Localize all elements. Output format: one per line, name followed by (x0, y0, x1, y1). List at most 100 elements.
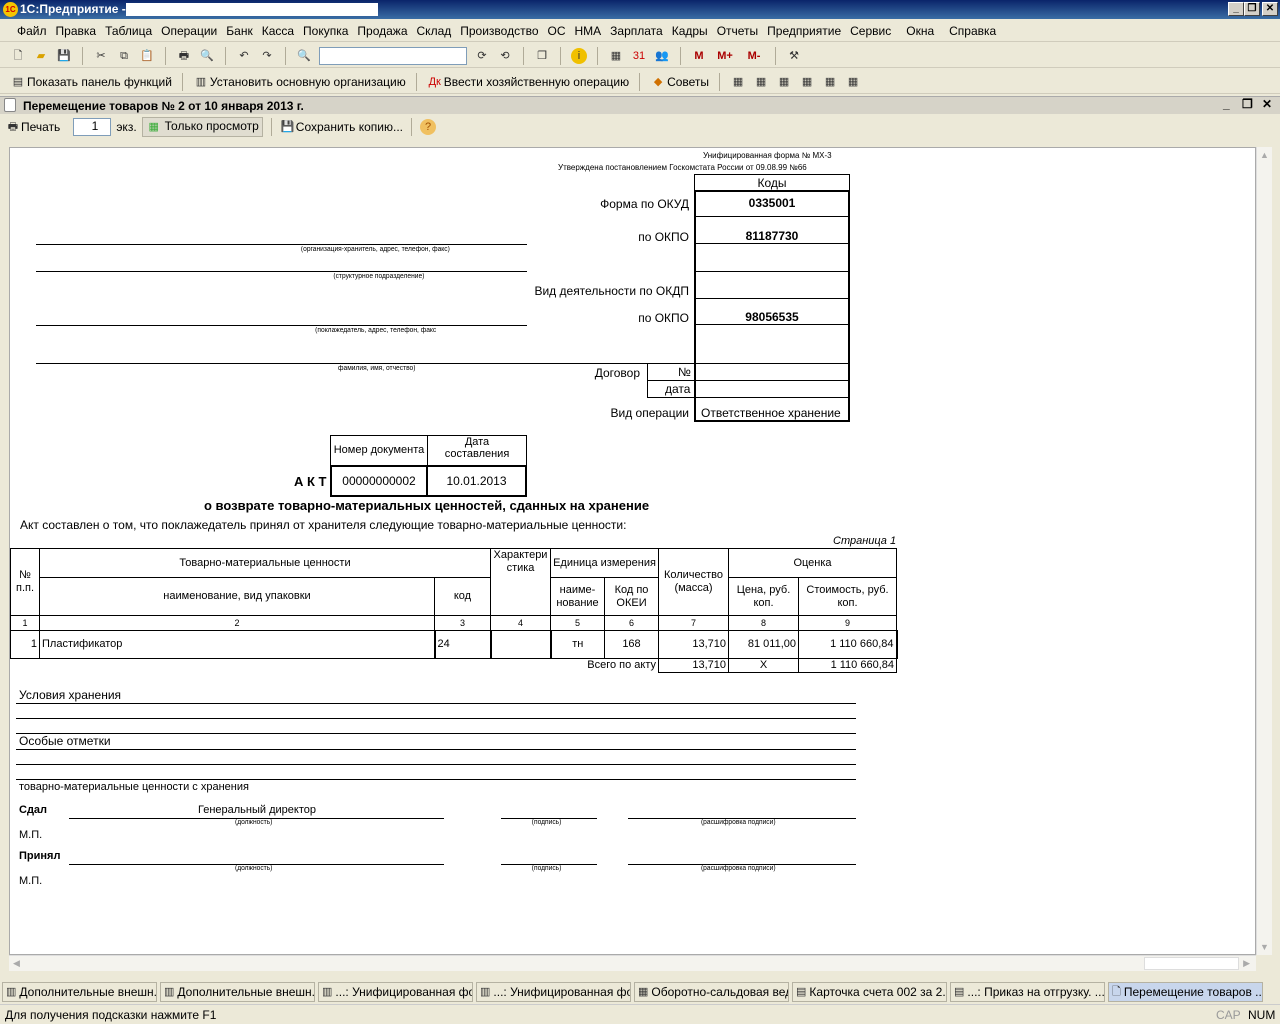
windows-icon[interactable]: ❐ (534, 48, 550, 64)
document-icon: ▤ (954, 986, 965, 998)
open-icon[interactable]: ▰ (33, 48, 49, 64)
contract-no-label: № (678, 365, 691, 379)
task-item[interactable]: ▥...: Унифицированная фо... (476, 982, 631, 1002)
col-tmc-header: Товарно-материальные ценности (39, 548, 491, 578)
doc-minimize-button[interactable]: _ (1223, 97, 1230, 111)
tools-icon[interactable]: ⚒ (786, 48, 802, 64)
okpo-label-2: по ОКПО (638, 311, 689, 325)
col-unit-header: Единица измерения (550, 548, 659, 578)
enter-operation-button[interactable]: Ввести хозяйственную операцию (444, 75, 629, 89)
task-label: ...: Унифицированная фо... (493, 985, 631, 999)
undo-icon[interactable]: ↶ (236, 48, 252, 64)
task-item[interactable]: ▥ Дополнительные внешн... (2, 982, 157, 1002)
doc-users-icon[interactable]: ▦ (776, 74, 792, 90)
menu-windows[interactable]: Окна (906, 24, 934, 38)
col-name-header: наименование, вид упаковки (39, 577, 435, 616)
menu-production[interactable]: Производство (460, 24, 538, 38)
redo-icon[interactable]: ↷ (259, 48, 275, 64)
menu-service[interactable]: Сервис (850, 24, 891, 38)
copies-input[interactable]: 1 (73, 118, 112, 136)
document-title: Перемещение товаров № 2 от 10 января 201… (23, 99, 304, 113)
horizontal-scrollbar[interactable]: ◀ ▶ (9, 955, 1256, 971)
view-only-toggle[interactable]: ▦ Только просмотр (141, 117, 263, 137)
caps-indicator: CAP (1216, 1008, 1241, 1022)
menu-help[interactable]: Справка (949, 24, 996, 38)
doc-register-icon[interactable]: ▦ (753, 74, 769, 90)
menu-sales[interactable]: Продажа (357, 24, 407, 38)
set-main-org-button[interactable]: Установить основную организацию (210, 75, 406, 89)
save-icon[interactable]: 💾 (56, 48, 72, 64)
menu-os[interactable]: ОС (548, 24, 566, 38)
preview-icon[interactable]: 🔍 (199, 48, 215, 64)
menu-purchase[interactable]: Покупка (303, 24, 348, 38)
menu-reports[interactable]: Отчеты (717, 24, 758, 38)
codes-header: Коды (694, 174, 850, 191)
search-input[interactable] (319, 46, 467, 65)
paste-icon[interactable]: 📋 (139, 48, 155, 64)
maximize-button[interactable]: ❐ (1244, 2, 1260, 16)
task-label: Перемещение товаров ... (1123, 985, 1263, 999)
gave-position: Генеральный директор (198, 804, 316, 816)
users-icon[interactable]: 👥 (654, 48, 670, 64)
search-icon[interactable]: 🔍 (296, 48, 312, 64)
menu-table[interactable]: Таблица (105, 24, 152, 38)
memory-m-icon[interactable]: M (691, 48, 707, 64)
doc-journal-icon[interactable]: ▦ (730, 74, 746, 90)
close-button[interactable]: ✕ (1262, 2, 1278, 16)
doc-restore-button[interactable]: ❐ (1242, 97, 1253, 111)
col-okei-header: Код по ОКЕИ (604, 577, 659, 616)
calculator-icon[interactable]: ▦ (608, 48, 624, 64)
menu-warehouse[interactable]: Склад (417, 24, 452, 38)
show-function-panel-button[interactable]: Показать панель функций (27, 75, 172, 89)
info-icon[interactable]: i (571, 47, 587, 64)
menu-edit[interactable]: Правка (56, 24, 97, 38)
find-next-icon[interactable]: ⟳ (474, 48, 490, 64)
menu-hr[interactable]: Кадры (672, 24, 708, 38)
task-item[interactable]: ▥...: Унифицированная фо... (318, 982, 473, 1002)
print-button[interactable]: Печать (21, 120, 60, 134)
task-label: Дополнительные внешн... (177, 985, 315, 999)
print-icon[interactable]: 🖶 (176, 48, 192, 64)
task-item[interactable]: ▥ Дополнительные внешн... (160, 982, 315, 1002)
minimize-button[interactable]: _ (1228, 2, 1244, 16)
menu-bank[interactable]: Банк (226, 24, 252, 38)
copy-icon[interactable]: ⧉ (116, 48, 132, 64)
total-label: Всего по акту (587, 659, 656, 672)
task-item[interactable]: ▤ Карточка счета 002 за 2... (792, 982, 947, 1002)
menu-enterprise[interactable]: Предприятие (767, 24, 841, 38)
row-code: 24 (434, 630, 491, 659)
cut-icon[interactable]: ✂ (93, 48, 109, 64)
received-label: Принял (19, 850, 61, 862)
menu-operations[interactable]: Операции (161, 24, 217, 38)
doc-close-button[interactable]: ✕ (1262, 97, 1272, 111)
menu-cash[interactable]: Касса (262, 24, 294, 38)
scroll-thumb[interactable] (1144, 957, 1239, 970)
act-title: о возврате товарно-материальных ценносте… (204, 498, 650, 513)
doc-report-icon[interactable]: ▦ (822, 74, 838, 90)
vertical-scrollbar[interactable]: ▲ ▼ (1256, 147, 1272, 955)
doc-date: 10.01.2013 (426, 465, 527, 497)
scroll-left-icon[interactable]: ◀ (13, 958, 20, 969)
new-icon[interactable]: 🗋 (10, 48, 26, 64)
task-item[interactable]: ▦ Оборотно-сальдовая вед... (634, 982, 789, 1002)
help-icon[interactable]: ? (420, 119, 437, 135)
decode-caption: (расшифровка подписи) (700, 865, 776, 872)
doc-settings-icon[interactable]: ▦ (845, 74, 861, 90)
scroll-down-icon[interactable]: ▼ (1260, 942, 1269, 952)
task-item[interactable]: ▤...: Приказ на отгрузку. ... (950, 982, 1105, 1002)
scroll-up-icon[interactable]: ▲ (1260, 150, 1269, 160)
row-unit: тн (550, 630, 605, 659)
menu-file[interactable]: Файл (17, 24, 47, 38)
memory-minus-icon[interactable]: M- (743, 48, 765, 64)
organization-icon: ▥ (195, 75, 207, 88)
save-copy-button[interactable]: Сохранить копию... (296, 120, 403, 134)
memory-plus-icon[interactable]: M+ (714, 48, 736, 64)
calendar-icon[interactable]: 31 (631, 48, 647, 64)
task-item-active[interactable]: 🗋 Перемещение товаров ... (1108, 982, 1263, 1002)
find-prev-icon[interactable]: ⟲ (497, 48, 513, 64)
scroll-right-icon[interactable]: ▶ (1243, 958, 1250, 969)
tips-button[interactable]: Советы (667, 75, 709, 89)
doc-list-icon[interactable]: ▦ (799, 74, 815, 90)
menu-nma[interactable]: НМА (575, 24, 602, 38)
menu-salary[interactable]: Зарплата (610, 24, 663, 38)
